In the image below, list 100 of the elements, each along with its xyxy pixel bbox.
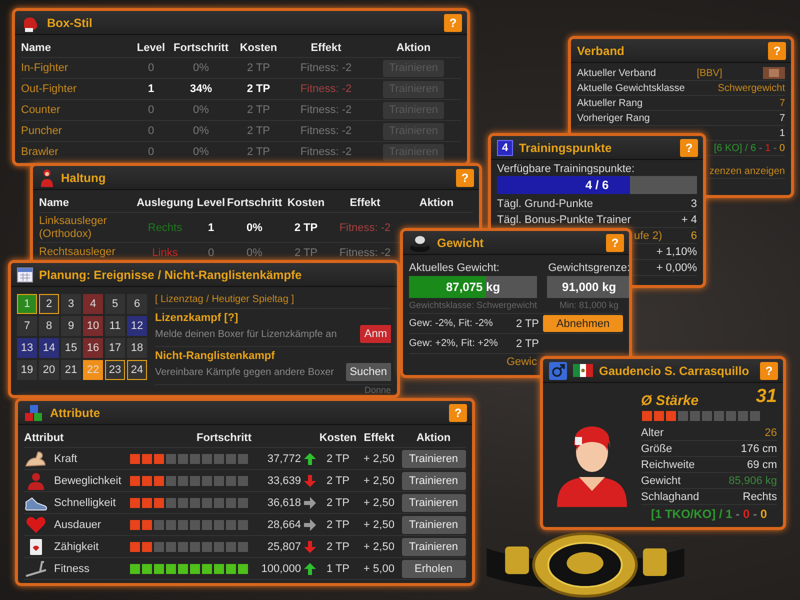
train-button[interactable]: Erholen	[402, 560, 466, 578]
attribute-value: 33,639	[266, 474, 301, 486]
calendar-day[interactable]: 12	[127, 316, 147, 336]
level-value: 1	[206, 222, 216, 234]
date-text: Donne	[364, 385, 391, 395]
cost-value: 1 TP	[325, 562, 351, 574]
event-button[interactable]: Anm	[360, 325, 391, 343]
field-value: 6	[690, 230, 697, 242]
effect-value: Fitness: -2	[299, 146, 353, 158]
effect-value: Fitness: -2	[299, 62, 353, 74]
stance-side: Links	[151, 246, 179, 258]
calendar-day[interactable]: 15	[61, 338, 81, 358]
calendar-day[interactable]: 23	[105, 360, 125, 380]
effect-value: + 2,50	[362, 540, 396, 552]
column-header: Aktion	[395, 42, 432, 54]
boxer-icon	[39, 168, 55, 186]
event-button[interactable]: Suchen	[346, 363, 391, 381]
column-header: Auslegung	[136, 196, 194, 208]
event-title: Nicht-Ranglistenkampf	[155, 350, 276, 362]
level-value: 0	[146, 146, 156, 158]
calendar-day[interactable]: 18	[127, 338, 147, 358]
window-title: Attribute	[50, 406, 101, 420]
style-name: Out-Fighter	[21, 82, 78, 96]
calendar-day[interactable]: 8	[39, 316, 59, 336]
cost-value: 2 TP	[514, 338, 539, 350]
calendar-day[interactable]: 17	[105, 338, 125, 358]
stat-label: Reichweite	[641, 458, 695, 470]
train-button[interactable]: Trainieren	[402, 472, 466, 490]
effect-value: + 5,00	[362, 562, 396, 574]
attribute-name: Zähigkeit	[54, 540, 99, 552]
progress-value: 0%	[246, 246, 264, 258]
train-button[interactable]: Trainieren	[402, 450, 466, 468]
calendar-day[interactable]: 5	[105, 294, 125, 314]
field-label: Aktueller Rang	[577, 98, 643, 108]
weight-link[interactable]: Gewic	[506, 354, 537, 368]
column-header: Level	[136, 42, 166, 54]
effect-value: + 2,50	[362, 496, 396, 508]
column-header: Effekt	[348, 196, 382, 208]
cubes-icon	[24, 404, 44, 422]
calendar-day[interactable]: 24	[127, 360, 147, 380]
field-label: Tägl. Grund-Punkte	[497, 198, 593, 210]
flexed-arm-icon	[24, 450, 48, 468]
calendar-day[interactable]: 19	[17, 360, 37, 380]
stance-name: Rechtsausleger	[39, 246, 116, 259]
calendar-day[interactable]: 7	[17, 316, 37, 336]
action-description: Gew: +2%, Fit: +2%	[409, 338, 499, 349]
cost-value: 2 TP	[246, 62, 272, 74]
calendar-day[interactable]: 16	[83, 338, 103, 358]
calendar-day[interactable]: 13	[17, 338, 37, 358]
calendar-day[interactable]: 6	[127, 294, 147, 314]
train-button[interactable]: Trainieren	[402, 538, 466, 556]
train-button[interactable]: Trainieren	[402, 516, 466, 534]
down-arrow-icon	[304, 474, 316, 486]
flag-button[interactable]	[763, 67, 785, 79]
level-value: 0	[146, 62, 156, 74]
calendar-day[interactable]: 21	[61, 360, 81, 380]
field-value: + 1,10%	[656, 246, 697, 258]
progress-value: 0%	[192, 125, 210, 137]
progress-value: 0%	[192, 104, 210, 116]
attribute-value: 28,664	[266, 518, 301, 530]
attribute-name: Ausdauer	[54, 518, 102, 530]
calendar-day[interactable]: 1	[17, 294, 37, 314]
field-value: 7	[779, 112, 785, 124]
progress-value: 34%	[188, 83, 214, 95]
weight-value: 87,075 kg	[445, 280, 502, 294]
calendar-day[interactable]: 10	[83, 316, 103, 336]
column-header: Kosten	[238, 42, 278, 54]
calendar-day[interactable]: 9	[61, 316, 81, 336]
lose-weight-button[interactable]: Abnehmen	[543, 315, 623, 332]
level-value: 0	[206, 246, 216, 258]
level-value: 0	[146, 104, 156, 116]
weight-class-note: Gewichtsklasse: Schwergewicht	[409, 300, 538, 310]
stat-value: 26	[764, 426, 777, 438]
calendar-day[interactable]: 2	[39, 294, 59, 314]
window-title: Gewicht	[437, 236, 485, 250]
calendar-day[interactable]: 11	[105, 316, 125, 336]
train-button[interactable]: Trainieren	[402, 494, 466, 512]
stat-value: 176 cm	[740, 442, 777, 454]
style-name: Brawler	[21, 146, 60, 158]
field-value: 1	[779, 128, 785, 138]
window-title: Planung: Ereignisse / Nicht-Ranglistenkämpfe	[39, 268, 303, 282]
column-header: Fortschritt	[196, 432, 252, 444]
attribute-name: Schnelligkeit	[54, 496, 116, 508]
calendar-day[interactable]: 4	[83, 294, 103, 314]
licences-link[interactable]: zenzen anzeigen	[709, 166, 785, 176]
calendar-day[interactable]: 3	[61, 294, 81, 314]
male-symbol-icon	[549, 362, 567, 380]
column-header: Aktion	[415, 432, 452, 444]
calendar-day[interactable]: 14	[39, 338, 59, 358]
stat-label: Alter	[641, 426, 664, 438]
cost-value: 2 TP	[246, 125, 272, 137]
window-title: Haltung	[61, 170, 107, 184]
points-text: 4 / 6	[584, 178, 610, 192]
stat-value: Rechts	[742, 490, 777, 502]
cost-value: 2 TP	[293, 246, 319, 258]
style-name: In-Fighter	[21, 62, 70, 74]
field-value: 3	[690, 198, 697, 210]
column-header: Attribut	[24, 432, 65, 444]
stat-label: Gewicht	[641, 474, 681, 486]
calendar-day[interactable]: 20	[39, 360, 59, 380]
